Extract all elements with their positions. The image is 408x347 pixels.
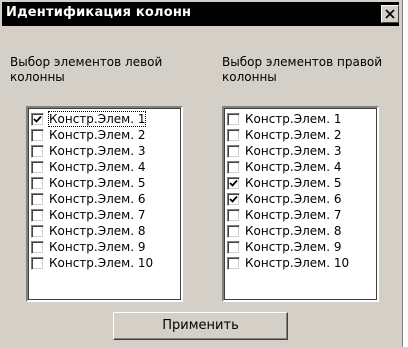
left-column-item[interactable]: Констр.Элем. 5: [31, 175, 178, 191]
item-label: Констр.Элем. 7: [245, 208, 342, 222]
item-label: Констр.Элем. 4: [245, 160, 342, 174]
item-label: Констр.Элем. 1: [48, 111, 147, 127]
item-label: Констр.Элем. 5: [49, 176, 146, 190]
item-label: Констр.Элем. 3: [49, 144, 146, 158]
right-column-item[interactable]: Констр.Элем. 1: [227, 111, 374, 127]
right-column-item[interactable]: Констр.Элем. 10: [227, 255, 374, 271]
checkbox[interactable]: [227, 193, 240, 206]
right-column-item[interactable]: Констр.Элем. 3: [227, 143, 374, 159]
check-icon: [229, 195, 238, 203]
item-label: Констр.Элем. 6: [49, 192, 146, 206]
item-label: Констр.Элем. 3: [245, 144, 342, 158]
checkbox[interactable]: [227, 209, 240, 222]
check-icon: [33, 115, 42, 123]
checkbox[interactable]: [227, 241, 240, 254]
checkbox[interactable]: [31, 177, 44, 190]
checkbox[interactable]: [31, 129, 44, 142]
right-column-item[interactable]: Констр.Элем. 9: [227, 239, 374, 255]
apply-button[interactable]: Применить: [113, 312, 288, 340]
left-column-list: Констр.Элем. 1 Констр.Элем. 2 Констр.Элем.…: [31, 111, 178, 271]
checkbox[interactable]: [31, 193, 44, 206]
item-label: Констр.Элем. 7: [49, 208, 146, 222]
left-column-item[interactable]: Констр.Элем. 6: [31, 191, 178, 207]
right-column-item[interactable]: Констр.Элем. 8: [227, 223, 374, 239]
left-column-item[interactable]: Констр.Элем. 3: [31, 143, 178, 159]
item-label: Констр.Элем. 4: [49, 160, 146, 174]
checkbox[interactable]: [31, 257, 44, 270]
left-column-item[interactable]: Констр.Элем. 7: [31, 207, 178, 223]
item-label: Констр.Элем. 2: [49, 128, 146, 142]
checkbox[interactable]: [31, 209, 44, 222]
left-column-label: Выбор элементов левой колонны: [10, 55, 163, 84]
checkbox[interactable]: [227, 257, 240, 270]
right-column-item[interactable]: Констр.Элем. 7: [227, 207, 374, 223]
right-column-list: Констр.Элем. 1 Констр.Элем. 2 Констр.Элем.…: [227, 111, 374, 271]
left-column-item[interactable]: Констр.Элем. 10: [31, 255, 178, 271]
checkbox[interactable]: [227, 145, 240, 158]
checkbox[interactable]: [227, 225, 240, 238]
item-label: Констр.Элем. 5: [245, 176, 342, 190]
right-column-label: Выбор элементов правой колонны: [222, 55, 383, 84]
item-label: Констр.Элем. 1: [245, 112, 342, 126]
right-column-listbox[interactable]: Констр.Элем. 1 Констр.Элем. 2 Констр.Элем.…: [222, 106, 379, 302]
right-column-item[interactable]: Констр.Элем. 6: [227, 191, 374, 207]
item-label: Констр.Элем. 10: [49, 256, 154, 270]
item-label: Констр.Элем. 6: [245, 192, 342, 206]
item-label: Констр.Элем. 8: [49, 224, 146, 238]
right-column-item[interactable]: Констр.Элем. 4: [227, 159, 374, 175]
close-button[interactable]: [381, 5, 399, 23]
title-bar[interactable]: Идентификация колонн: [2, 2, 399, 26]
left-column-item[interactable]: Констр.Элем. 4: [31, 159, 178, 175]
item-label: Констр.Элем. 8: [245, 224, 342, 238]
left-column-item[interactable]: Констр.Элем. 8: [31, 223, 178, 239]
right-column-item[interactable]: Констр.Элем. 5: [227, 175, 374, 191]
checkbox[interactable]: [227, 129, 240, 142]
dialog-title: Идентификация колонн: [6, 5, 192, 20]
checkbox[interactable]: [227, 161, 240, 174]
left-column-item[interactable]: Констр.Элем. 2: [31, 127, 178, 143]
column-identification-dialog: Идентификация колонн Выбор элементов лев…: [0, 0, 403, 347]
left-column-listbox[interactable]: Констр.Элем. 1 Констр.Элем. 2 Констр.Элем.…: [26, 106, 183, 302]
item-label: Констр.Элем. 2: [245, 128, 342, 142]
checkbox[interactable]: [31, 241, 44, 254]
left-column-item[interactable]: Констр.Элем. 9: [31, 239, 178, 255]
item-label: Констр.Элем. 10: [245, 256, 350, 270]
item-label: Констр.Элем. 9: [245, 240, 342, 254]
check-icon: [229, 179, 238, 187]
close-icon: [385, 9, 395, 19]
left-column-item[interactable]: Констр.Элем. 1: [31, 111, 178, 127]
item-label: Констр.Элем. 9: [49, 240, 146, 254]
checkbox[interactable]: [31, 113, 44, 126]
checkbox[interactable]: [31, 145, 44, 158]
checkbox[interactable]: [31, 225, 44, 238]
checkbox[interactable]: [31, 161, 44, 174]
right-column-item[interactable]: Констр.Элем. 2: [227, 127, 374, 143]
checkbox[interactable]: [227, 113, 240, 126]
checkbox[interactable]: [227, 177, 240, 190]
